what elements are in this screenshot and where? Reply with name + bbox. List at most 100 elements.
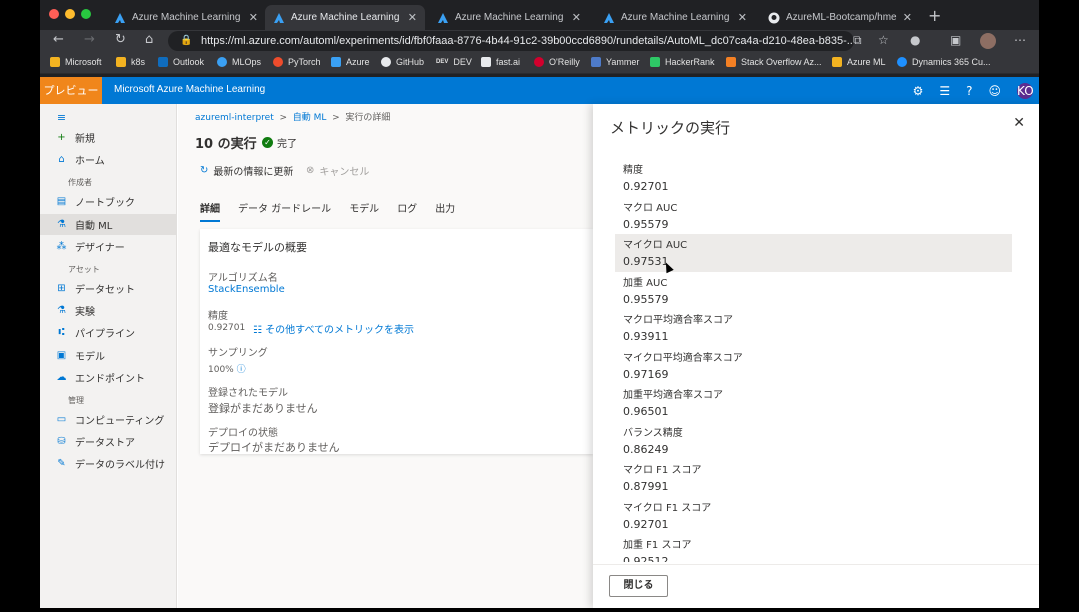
url-input[interactable]: 🔒 https://ml.azure.com/automl/experiment… [168, 31, 854, 51]
sidebar: ≡ + 新規 ⌂ ホーム 作成者 ▤ ノートブック ⚗ 自動 ML ⁂ デザイナー アセッ… [40, 104, 177, 608]
header-icons: ⚙ ☰ ? ☺ KO [913, 77, 1039, 104]
sidebar-item-datastores[interactable]: ⛁ データストア [40, 431, 177, 452]
bookmark-pytorch[interactable]: PyTorch [273, 57, 321, 67]
hamburger-menu-icon[interactable]: ≡ [40, 107, 177, 128]
breadcrumb-link-automl[interactable]: 自動 ML [293, 113, 327, 123]
bookmark-azure[interactable]: Azure [331, 57, 370, 67]
metric-name: 加重 AUC [623, 277, 668, 289]
sidebar-item-home[interactable]: ⌂ ホーム [40, 149, 177, 170]
bookmark-dev[interactable]: DEV DEV [436, 57, 472, 67]
close-tab-icon[interactable]: ✕ [738, 11, 747, 24]
bookmark-oreilly[interactable]: O'Reilly [534, 57, 580, 67]
sidebar-item-experiments[interactable]: ⚗ 実験 [40, 300, 177, 321]
forward-arrow-icon[interactable]: → [84, 32, 95, 47]
sidebar-item-notebooks[interactable]: ▤ ノートブック [40, 191, 177, 212]
browser-tab-3[interactable]: Azure Machine Learning studio ✕ [429, 5, 589, 30]
bookmark-fastai[interactable]: fast.ai [481, 57, 520, 67]
close-tab-icon[interactable]: ✕ [408, 11, 417, 24]
close-tab-icon[interactable]: ✕ [903, 11, 912, 24]
user-avatar[interactable]: KO [1017, 82, 1034, 99]
bookmark-dynamics[interactable]: Dynamics 365 Cu... [897, 57, 991, 67]
tab-logs[interactable]: ログ [397, 200, 417, 222]
star-icon[interactable]: ☆ [878, 33, 889, 47]
browser-tab-5[interactable]: AzureML-Bootcamp/hmeq-cla ✕ [760, 5, 920, 30]
cancel-button[interactable]: ⊗ キャンセル [306, 163, 369, 178]
minimize-window-button[interactable] [65, 9, 75, 19]
more-menu-icon[interactable]: ⋯ [1014, 33, 1026, 47]
preview-badge[interactable]: プレビュー [40, 77, 102, 104]
browser-window: Azure Machine Learning studio ✕ Azure Ma… [40, 0, 1039, 608]
close-window-button[interactable] [49, 9, 59, 19]
metrics-list[interactable]: 精度 0.92701 マクロ AUC 0.95579 マイクロ AUC 0.97531… [615, 159, 1012, 562]
sidebar-item-label: ノートブック [75, 198, 135, 209]
bookmark-azureml[interactable]: Azure ML [832, 57, 886, 67]
refresh-button[interactable]: ↻ 最新の情報に更新 [200, 163, 293, 178]
collections-icon[interactable]: ▣ [950, 33, 961, 47]
close-tab-icon[interactable]: ✕ [572, 11, 581, 24]
info-icon[interactable]: ⓘ [237, 365, 246, 375]
github-extension-icon[interactable]: ● [910, 33, 920, 47]
sampling-text: 100% [208, 365, 234, 375]
hackerrank-icon [650, 57, 660, 67]
algorithm-link[interactable]: StackEnsemble [208, 284, 285, 295]
smiley-icon[interactable]: ☺ [988, 84, 1001, 98]
maximize-window-button[interactable] [81, 9, 91, 19]
browser-tab-2[interactable]: Azure Machine Learning studio ✕ [265, 5, 425, 30]
bookmark-microsoft[interactable]: Microsoft [50, 57, 102, 67]
chevron-right-icon: > [329, 113, 346, 123]
new-tab-button[interactable]: + [928, 6, 941, 25]
open-external-icon[interactable]: ⧉ [853, 33, 862, 48]
bookmark-github[interactable]: GitHub [381, 57, 424, 67]
sidebar-section-author: 作成者 [68, 178, 92, 187]
sidebar-item-models[interactable]: ▣ モデル [40, 345, 177, 366]
home-icon[interactable]: ⌂ [145, 32, 153, 47]
close-tab-icon[interactable]: ✕ [249, 11, 258, 24]
bookmark-outlook[interactable]: Outlook [158, 57, 204, 67]
reload-icon[interactable]: ↻ [115, 32, 126, 47]
back-arrow-icon[interactable]: ← [53, 32, 64, 47]
bookmark-hackerrank[interactable]: HackerRank [650, 57, 715, 67]
deploy-status-value: デプロイがまだありません [208, 441, 340, 454]
refresh-label: 最新の情報に更新 [213, 167, 294, 178]
help-icon[interactable]: ? [966, 84, 972, 98]
close-button[interactable]: 閉じる [609, 575, 668, 597]
github-icon [768, 12, 780, 23]
sidebar-item-pipelines[interactable]: ⑆ パイプライン [40, 322, 177, 343]
browser-tab-1[interactable]: Azure Machine Learning studio ✕ [106, 5, 266, 30]
bookmark-stackoverflow[interactable]: Stack Overflow Az... [726, 57, 822, 67]
metric-value: 0.87991 [623, 480, 669, 493]
bookmark-mlops[interactable]: MLOps [217, 57, 261, 67]
sidebar-item-endpoints[interactable]: ☁ エンドポイント [40, 367, 177, 388]
sidebar-item-automl[interactable]: ⚗ 自動 ML [40, 214, 177, 235]
bookmark-yammer[interactable]: Yammer [591, 57, 639, 67]
sidebar-item-new[interactable]: + 新規 [40, 127, 177, 148]
bookmark-k8s[interactable]: k8s [116, 57, 145, 67]
tab-models[interactable]: モデル [349, 200, 379, 222]
sidebar-item-labeling[interactable]: ✎ データのラベル付け [40, 453, 177, 474]
settings-gear-icon[interactable]: ⚙ [913, 84, 924, 98]
sidebar-item-datasets[interactable]: ⊞ データセット [40, 278, 177, 299]
breadcrumb-link-workspace[interactable]: azureml-interpret [195, 113, 274, 123]
bookmark-label: k8s [131, 57, 146, 67]
labeling-icon: ✎ [57, 458, 66, 469]
feedback-icon[interactable]: ☰ [939, 84, 950, 98]
metric-item: マクロ平均適合率スコア 0.93911 [615, 309, 1012, 347]
azure-ml-icon [438, 12, 448, 23]
app-title[interactable]: Microsoft Azure Machine Learning [114, 84, 265, 95]
metric-item: マイクロ平均適合率スコア 0.97169 [615, 347, 1012, 385]
tab-details[interactable]: 詳細 [200, 200, 220, 222]
profile-avatar[interactable] [980, 33, 996, 49]
browser-tab-4[interactable]: Azure Machine Learning studio ✕ [595, 5, 755, 30]
pipeline-icon: ⑆ [58, 327, 65, 338]
close-icon[interactable]: ✕ [1013, 115, 1025, 131]
window-controls [49, 9, 91, 19]
fastai-icon [481, 57, 491, 67]
endpoint-icon: ☁ [56, 372, 67, 383]
tab-guardrails[interactable]: データ ガードレール [238, 200, 331, 222]
bookmark-label: Azure [346, 57, 370, 67]
tab-outputs[interactable]: 出力 [435, 200, 455, 222]
metric-value: 0.92512 [623, 555, 669, 562]
view-all-metrics-link[interactable]: ☷ その他すべてのメトリックを表示 [253, 321, 414, 336]
sidebar-item-compute[interactable]: ▭ コンピューティング [40, 409, 177, 430]
sidebar-item-designer[interactable]: ⁂ デザイナー [40, 236, 177, 257]
